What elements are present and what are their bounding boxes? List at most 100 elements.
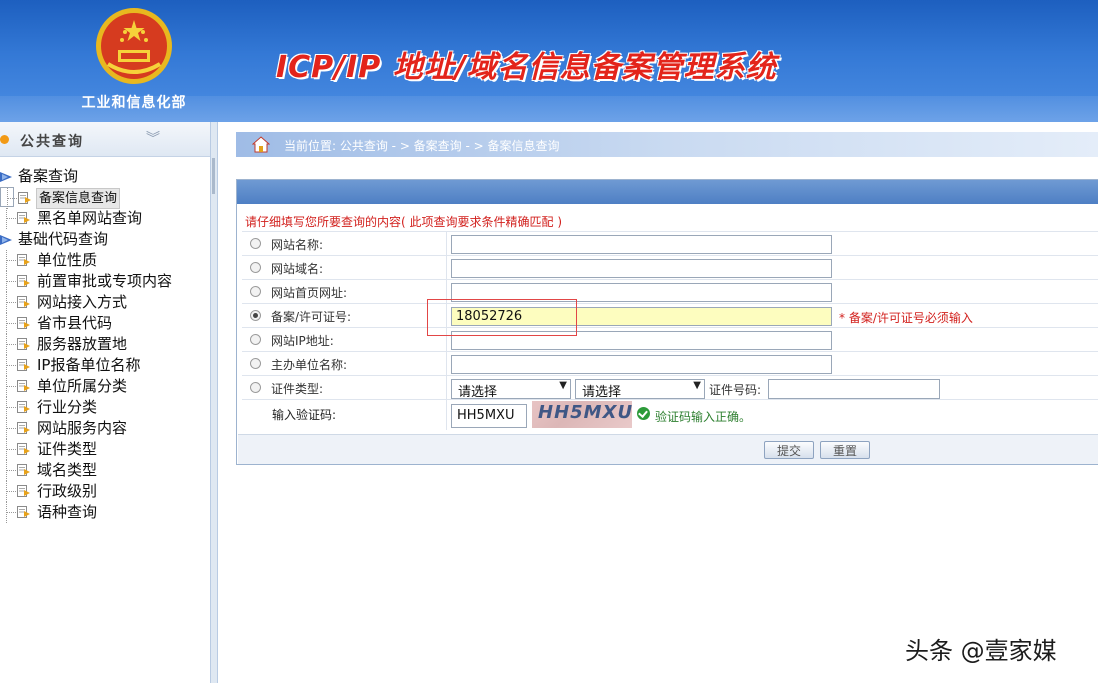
tree-line <box>7 365 16 367</box>
ministry-name: 工业和信息化部 <box>81 95 187 111</box>
sidebar-section-title: 公共查询 <box>20 134 84 150</box>
site-domain-label: 网站域名: <box>271 262 324 276</box>
form-hint: 请仔细填写您所要查询的内容( 此项查询要求条件精确匹配 ) <box>245 215 562 229</box>
query-panel: 请仔细填写您所要查询的内容( 此项查询要求条件精确匹配 ) 主办单位名称: 网站I… <box>236 179 1098 465</box>
license-number-label: 备案/许可证号: <box>271 310 352 324</box>
label-cell: 输入验证码: <box>242 400 447 430</box>
tree-line <box>7 281 16 283</box>
radio-license-number[interactable] <box>250 310 261 321</box>
cert-subtype-select[interactable]: 请选择 ▼ <box>575 379 705 400</box>
document-arrow-icon <box>18 192 31 204</box>
document-arrow-icon <box>17 275 30 287</box>
id-number-label: 证件号码: <box>709 383 762 397</box>
tree-line <box>7 449 16 451</box>
sponsor-name-label: 主办单位名称: <box>271 358 348 372</box>
sidebar-item-label: IP报备单位名称 <box>37 356 141 374</box>
radio-site-name[interactable] <box>250 238 261 249</box>
document-arrow-icon <box>17 254 30 266</box>
radio-homepage-url[interactable] <box>250 286 261 297</box>
radio-site-domain[interactable] <box>250 262 261 273</box>
watermark: 头条 @壹家媒 <box>905 637 1057 665</box>
label-cell: 网站名称: <box>242 232 447 256</box>
sidebar: 公共查询 ︾ 备案查询 备案信息查询 黑名单网站查询 基础代码查询 单位性质 前置审批或专… <box>0 122 211 683</box>
section-dot-icon <box>0 135 9 144</box>
tree-line <box>7 386 16 388</box>
cert-type-select[interactable]: 请选择 ▼ <box>451 379 571 400</box>
label-cell: 证件类型: <box>242 376 447 400</box>
expanded-folder-icon <box>0 172 12 182</box>
document-arrow-icon <box>17 506 30 518</box>
tree-line <box>7 218 16 220</box>
site-ip-label: 网站IP地址: <box>271 334 334 348</box>
site-domain-input[interactable] <box>451 259 832 278</box>
radio-site-ip[interactable] <box>250 334 261 345</box>
captcha-image[interactable]: HH5MXU <box>532 401 632 428</box>
id-number-input[interactable] <box>768 379 940 399</box>
form-row-captcha: 输入验证码: HH5MXU HH5MXU 验证码输入正确。 <box>242 399 1098 430</box>
tree-line <box>7 491 16 493</box>
tree-category-label: 备案查询 <box>18 167 79 185</box>
chevron-down-icon[interactable]: ︾ <box>146 128 160 148</box>
sidebar-item-label: 网站接入方式 <box>37 293 128 311</box>
form-row-homepage-url: 网站首页网址: <box>242 279 1098 304</box>
document-arrow-icon <box>17 296 30 308</box>
document-arrow-icon <box>17 443 30 455</box>
captcha-status: 验证码输入正确。 <box>655 410 752 424</box>
captcha-label: 输入验证码: <box>272 408 337 422</box>
form-row-site-name: 网站名称: <box>242 231 1098 256</box>
cert-subtype-select-value: 请选择 <box>582 385 622 400</box>
radio-sponsor-name[interactable] <box>250 358 261 369</box>
expanded-folder-icon <box>0 235 12 245</box>
splitter-grip[interactable] <box>212 158 215 194</box>
sidebar-item-label: 单位性质 <box>37 251 98 269</box>
sidebar-item-label: 行业分类 <box>37 398 98 416</box>
tree-line <box>7 323 16 325</box>
document-arrow-icon <box>17 422 30 434</box>
site-name-input[interactable] <box>451 235 832 254</box>
form-row-sponsor-name: 主办单位名称: <box>242 351 1098 376</box>
check-icon <box>637 407 650 420</box>
radio-cert-type[interactable] <box>250 382 261 393</box>
label-cell: 网站域名: <box>242 256 447 280</box>
sponsor-name-input[interactable] <box>451 355 832 374</box>
sidebar-item-label: 黑名单网站查询 <box>37 209 143 227</box>
document-arrow-icon <box>17 359 30 371</box>
tree-line <box>8 198 17 200</box>
label-cell: 网站首页网址: <box>242 280 447 304</box>
tree-line <box>7 407 16 409</box>
sidebar-item-label: 省市县代码 <box>37 314 113 332</box>
national-emblem-icon <box>96 8 172 84</box>
document-arrow-icon <box>17 338 30 350</box>
label-cell: 主办单位名称: <box>242 352 447 376</box>
tree-line <box>7 302 16 304</box>
document-arrow-icon <box>17 464 30 476</box>
dropdown-arrow-icon: ▼ <box>559 380 567 391</box>
reset-button[interactable]: 重置 <box>820 441 870 459</box>
page-header: 工业和信息化部 ICP/IP 地址/域名信息备案管理系统 <box>0 0 1098 122</box>
highlight-annotation-box <box>427 299 577 336</box>
sidebar-item[interactable]: 备案信息查询 <box>0 187 121 209</box>
submit-button[interactable]: 提交 <box>764 441 814 459</box>
breadcrumb-text: 当前位置: 公共查询 - > 备案查询 - > 备案信息查询 <box>284 139 560 153</box>
tree-line <box>7 512 16 514</box>
label-cell: 网站IP地址: <box>242 328 447 352</box>
home-icon[interactable] <box>252 136 270 153</box>
system-title: ICP/IP 地址/域名信息备案管理系统 <box>276 50 777 85</box>
document-arrow-icon <box>17 212 30 224</box>
site-name-label: 网站名称: <box>271 238 324 252</box>
document-arrow-icon <box>17 317 30 329</box>
tree-line <box>7 260 16 262</box>
tree-line <box>7 344 16 346</box>
form-row-site-domain: 网站域名: <box>242 255 1098 280</box>
cert-type-label: 证件类型: <box>271 382 324 396</box>
sidebar-section-header[interactable]: 公共查询 ︾ <box>0 122 210 157</box>
form-row-license-number: 备案/许可证号: 18052726 * 备案/许可证号必须输入 <box>242 303 1098 328</box>
breadcrumb: 当前位置: 公共查询 - > 备案查询 - > 备案信息查询 <box>236 132 1098 157</box>
sidebar-item-label: 域名类型 <box>37 461 98 479</box>
sidebar-item-label: 行政级别 <box>37 482 98 500</box>
sidebar-item-label: 备案信息查询 <box>36 188 121 209</box>
label-cell: 备案/许可证号: <box>242 304 447 328</box>
sidebar-splitter[interactable] <box>210 122 218 683</box>
cert-type-select-value: 请选择 <box>458 385 498 400</box>
captcha-input[interactable]: HH5MXU <box>451 404 527 428</box>
